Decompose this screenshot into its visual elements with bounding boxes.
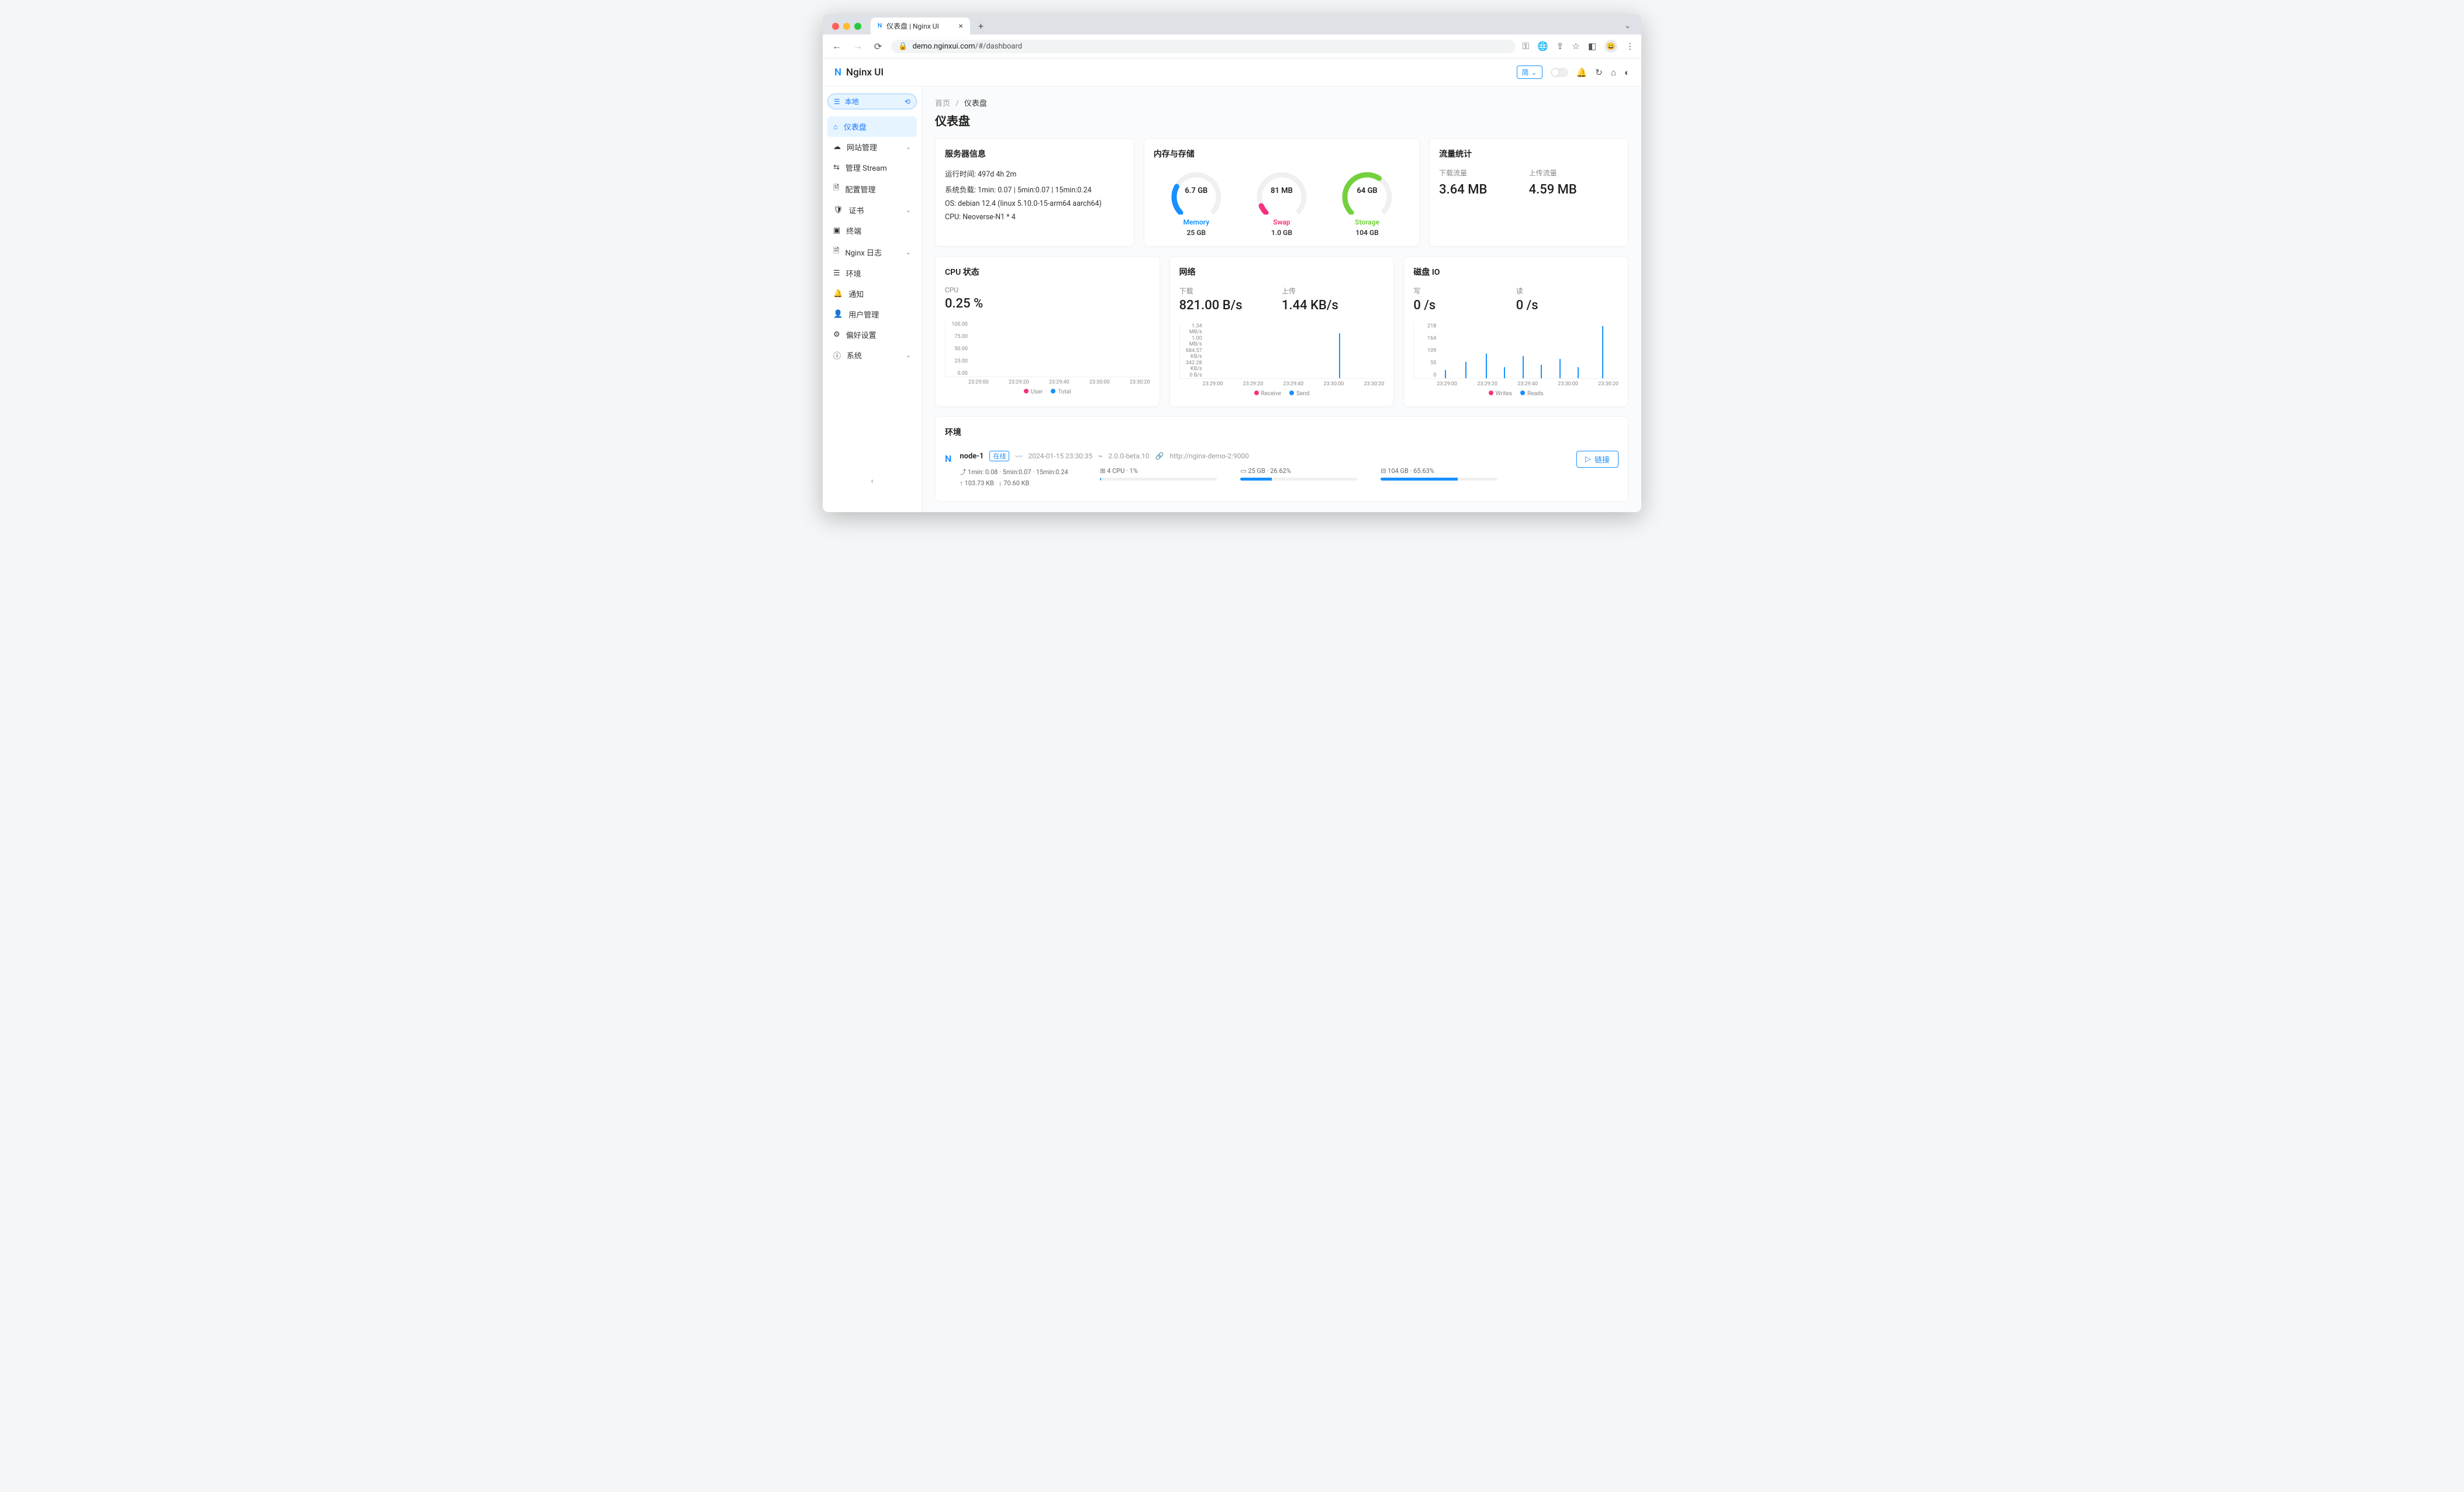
sidebar-item-9[interactable]: 👤用户管理 xyxy=(827,304,917,324)
gauge-memory: 6.7 GBMemory25 GB xyxy=(1161,168,1231,237)
theme-toggle[interactable] xyxy=(1551,68,1568,77)
network-card: 网络 下载 821.00 B/s 上传 1.44 KB/s 1. xyxy=(1169,256,1395,407)
translate-icon[interactable]: 🌐 xyxy=(1537,41,1548,51)
page-title: 仪表盘 xyxy=(935,112,1628,129)
bell-icon[interactable]: 🔔 xyxy=(1576,67,1588,78)
sidebar-item-10[interactable]: ⚙偏好设置 xyxy=(827,324,917,345)
sidebar-item-8[interactable]: 🔔通知 xyxy=(827,284,917,304)
chevron-down-icon: ⌄ xyxy=(906,206,911,214)
window-close[interactable] xyxy=(832,23,839,30)
window-maximize[interactable] xyxy=(854,23,861,30)
chevron-down-icon: ⌄ xyxy=(1531,68,1537,77)
browser-chrome: N 仪表盘 | Nginx UI × + ⌄ ← → ⟳ 🔒 demo.ngin… xyxy=(823,14,1641,58)
environment-selector[interactable]: ☰ 本地 ⟲ xyxy=(827,94,917,109)
sidebar-item-11[interactable]: ⓘ系统⌄ xyxy=(827,345,917,365)
share-icon[interactable]: ⇪ xyxy=(1557,41,1564,51)
menu-icon: 🔔 xyxy=(833,289,843,298)
traffic-card: 流量统计 下载流量 3.64 MB 上传流量 4.59 MB xyxy=(1429,138,1628,247)
menu-icon: ⌂ xyxy=(833,122,838,132)
gauge-storage: 64 GBStorage104 GB xyxy=(1332,168,1402,237)
new-tab-button[interactable]: + xyxy=(974,18,988,34)
menu-icon: 👤 xyxy=(833,310,843,319)
address-bar[interactable]: 🔒 demo.nginxui.com/#/dashboard xyxy=(891,40,1515,53)
sidebar-item-5[interactable]: ▣终端 xyxy=(827,220,917,241)
menu-icon: 🛡 xyxy=(833,206,843,215)
lock-icon: 🔒 xyxy=(898,42,907,51)
sidebar-item-7[interactable]: ☰环境 xyxy=(827,263,917,284)
gauge-swap: 81 MBSwap1.0 GB xyxy=(1247,168,1317,237)
memory-storage-card: 内存与存储 6.7 GBMemory25 GB81 MBSwap1.0 GB64… xyxy=(1144,138,1420,247)
window-minimize[interactable] xyxy=(843,23,850,30)
sidebar: ☰ 本地 ⟲ ⌂仪表盘☁网站管理⌄⇆管理 Stream🗎配置管理🛡证书⌄▣终端🗎… xyxy=(823,87,922,512)
disk-icon: ⊟ xyxy=(1381,467,1386,475)
tabs-dropdown[interactable]: ⌄ xyxy=(1624,22,1637,30)
main-content: 首页 / 仪表盘 仪表盘 服务器信息 运行时间: 497d 4h 2m 系统负载… xyxy=(922,87,1641,512)
reload-icon[interactable]: ↻ xyxy=(1595,67,1603,78)
tag-icon: ⌁ xyxy=(1098,452,1102,460)
heartbeat-icon: 〰 xyxy=(1015,451,1022,461)
menu-icon: ⓘ xyxy=(833,350,841,361)
menu-icon: ☁ xyxy=(833,143,841,151)
home-icon[interactable]: ⌂ xyxy=(1611,67,1616,78)
node-icon: N xyxy=(945,451,951,464)
close-icon[interactable]: × xyxy=(959,22,963,30)
bookmark-icon[interactable]: ☆ xyxy=(1572,41,1579,51)
github-icon[interactable]: ◐ xyxy=(1624,67,1630,78)
menu-icon: ☰ xyxy=(833,269,840,278)
refresh-icon[interactable]: ⟲ xyxy=(905,98,910,106)
sidepanel-icon[interactable]: ◧ xyxy=(1588,41,1596,51)
profile-avatar[interactable]: 😀 xyxy=(1604,40,1617,53)
node-name: node-1 xyxy=(960,452,983,461)
environment-card: 环境 N node-1 在线 〰 2024-01-15 23:30:35 ⌁ 2… xyxy=(935,416,1628,502)
menu-icon: 🗎 xyxy=(833,182,839,195)
app-header: NNginx UI 简 ⌄ 🔔 ↻ ⌂ ◐ xyxy=(823,58,1641,87)
favicon: N xyxy=(878,23,882,29)
breadcrumb: 首页 / 仪表盘 xyxy=(935,97,1628,108)
link-icon: 🔗 xyxy=(1155,452,1164,460)
list-icon: ☰ xyxy=(834,98,840,106)
breadcrumb-home[interactable]: 首页 xyxy=(935,99,950,108)
cpu-card: CPU 状态 CPU 0.25 % 100.0075.0050.0025.000… xyxy=(935,256,1160,407)
menu-icon: ⇆ xyxy=(833,163,840,172)
sidebar-item-3[interactable]: 🗎配置管理 xyxy=(827,178,917,200)
menu-icon: ⚙ xyxy=(833,330,840,339)
play-icon: ▷ xyxy=(1585,455,1591,464)
sidebar-item-2[interactable]: ⇆管理 Stream xyxy=(827,157,917,178)
sidebar-item-1[interactable]: ☁网站管理⌄ xyxy=(827,137,917,157)
chevron-down-icon: ⌄ xyxy=(906,248,911,256)
server-info-card: 服务器信息 运行时间: 497d 4h 2m 系统负载: 1min: 0.07 … xyxy=(935,138,1134,247)
breadcrumb-current: 仪表盘 xyxy=(964,99,987,108)
browser-tab[interactable]: N 仪表盘 | Nginx UI × xyxy=(871,18,970,34)
chevron-down-icon: ⌄ xyxy=(906,351,911,359)
menu-icon: 🗎 xyxy=(833,246,839,258)
link-button[interactable]: ▷ 链接 xyxy=(1576,451,1618,468)
menu-icon: ▣ xyxy=(833,226,840,235)
menu-icon[interactable]: ⋮ xyxy=(1626,41,1634,51)
sidebar-item-4[interactable]: 🛡证书⌄ xyxy=(827,200,917,220)
back-button[interactable]: ← xyxy=(830,38,844,54)
tab-title: 仪表盘 | Nginx UI xyxy=(886,21,939,31)
app-logo[interactable]: NNginx UI xyxy=(834,67,884,78)
reload-button[interactable]: ⟳ xyxy=(872,39,884,54)
memory-icon: ▭ xyxy=(1240,467,1246,475)
sidebar-collapse[interactable]: ‹ xyxy=(827,471,917,492)
language-selector[interactable]: 简 ⌄ xyxy=(1517,65,1542,79)
chevron-down-icon: ⌄ xyxy=(906,143,911,151)
sidebar-item-0[interactable]: ⌂仪表盘 xyxy=(827,116,917,137)
forward-button[interactable]: → xyxy=(851,38,865,54)
cpu-icon: ⊞ xyxy=(1100,467,1105,475)
sidebar-item-6[interactable]: 🗎Nginx 日志⌄ xyxy=(827,241,917,263)
disk-io-card: 磁盘 IO 写 0 /s 读 0 /s 218164109550 xyxy=(1403,256,1628,407)
status-badge: 在线 xyxy=(989,451,1009,461)
key-icon[interactable]: ⚿ xyxy=(1523,41,1529,51)
